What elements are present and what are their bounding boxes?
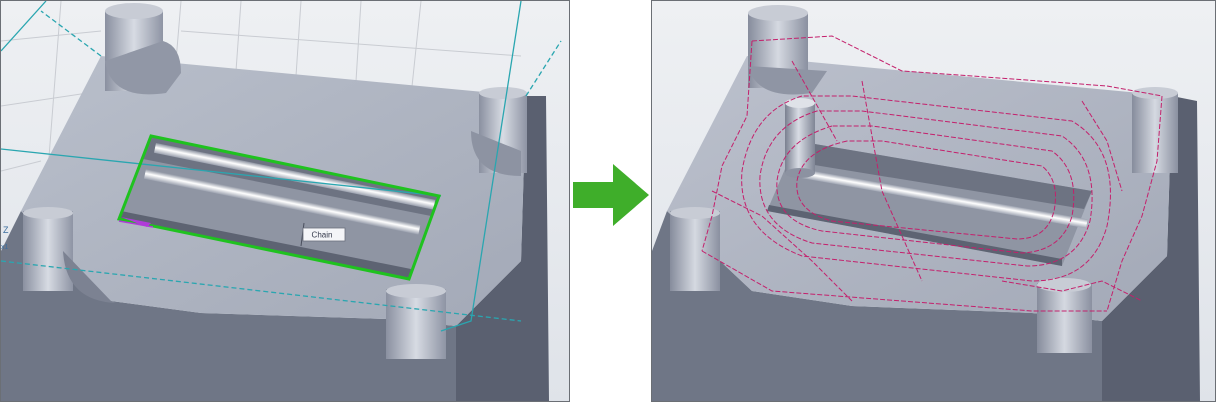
corner-boss-bottom-right — [1037, 278, 1092, 353]
comparison-figure: Chain Z x1 — [0, 0, 1216, 402]
arrow-right-icon — [573, 164, 649, 226]
model-view-before[interactable]: Chain Z x1 — [0, 0, 570, 402]
model-view-after[interactable] — [651, 0, 1216, 402]
axis-z-label: Z — [3, 225, 9, 235]
corner-boss-top-right — [1132, 87, 1178, 173]
cutting-tool — [785, 98, 815, 178]
corner-boss-top-right — [471, 87, 527, 176]
model-graphics-before: Chain Z x1 — [1, 1, 569, 401]
model-graphics-after — [652, 1, 1215, 401]
corner-boss-bottom-left — [670, 207, 720, 291]
chain-label: Chain — [312, 231, 333, 240]
corner-boss-bottom-right — [386, 284, 446, 359]
axis-sub-label: x1 — [1, 244, 9, 251]
